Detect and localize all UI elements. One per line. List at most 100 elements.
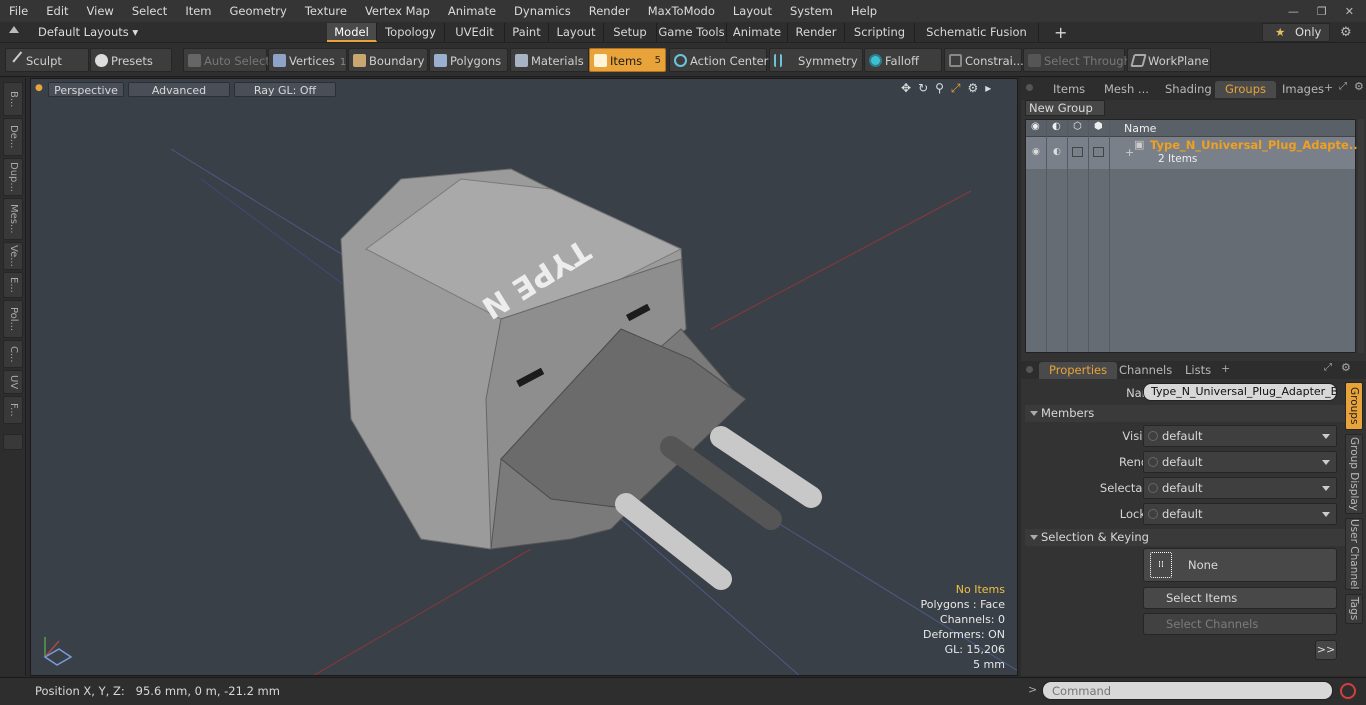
menu-edit[interactable]: Edit: [37, 0, 77, 22]
tab-model[interactable]: Model: [327, 23, 377, 42]
panel-menu-icon[interactable]: [1026, 84, 1033, 91]
left-tab-7[interactable]: C...: [3, 340, 23, 368]
tab-topology[interactable]: Topology: [377, 23, 445, 42]
up-arrow-icon[interactable]: [9, 26, 19, 33]
left-tab-4[interactable]: Ve...: [3, 242, 23, 270]
more-button[interactable]: >>: [1315, 640, 1337, 660]
add-tab-button[interactable]: +: [1043, 23, 1078, 42]
groups-list[interactable]: ◉ ◐ ⬡ ⬢ Name ◉ ◐ + ▣ Type_N_Universal_Pl…: [1025, 119, 1362, 353]
constraints-button[interactable]: Constrai...: [944, 48, 1024, 72]
menu-maxtomodo[interactable]: MaxToModo: [639, 0, 724, 22]
expand-icon[interactable]: +: [1125, 146, 1134, 159]
left-tab-9[interactable]: F...: [3, 396, 23, 424]
maximize-icon[interactable]: ❐: [1317, 5, 1327, 18]
side-tab-user-channels[interactable]: User Channels: [1345, 518, 1363, 590]
viewport-menu-dot-icon[interactable]: ●: [35, 83, 43, 93]
groups-scrollbar[interactable]: [1358, 119, 1364, 353]
side-tab-group-display[interactable]: Group Display: [1345, 434, 1363, 514]
new-group-button[interactable]: New Group: [1025, 100, 1105, 116]
materials-button[interactable]: Materials: [510, 48, 589, 72]
tab-game-tools[interactable]: Game Tools: [657, 23, 727, 42]
lock-icon[interactable]: ⬡: [1073, 121, 1082, 132]
shading-advanced-button[interactable]: Advanced: [128, 82, 230, 97]
gear-icon[interactable]: ⚙: [1341, 361, 1351, 374]
side-tab-groups[interactable]: Groups: [1345, 382, 1363, 430]
menu-vertex-map[interactable]: Vertex Map: [356, 0, 439, 22]
menu-item[interactable]: Item: [176, 0, 220, 22]
rotate-icon[interactable]: ↻: [918, 81, 928, 96]
panel-tab-mesh-[interactable]: Mesh ...: [1094, 81, 1159, 98]
zoom-icon[interactable]: ⚲: [935, 81, 944, 96]
eye-icon[interactable]: ◉: [1032, 147, 1040, 157]
panel-tab-items[interactable]: Items: [1043, 81, 1095, 98]
left-tab-2[interactable]: Dup...: [3, 158, 23, 196]
add-tab-icon[interactable]: +: [1324, 81, 1333, 94]
workplane-button[interactable]: WorkPlane: [1127, 48, 1211, 72]
command-input[interactable]: [1042, 681, 1333, 700]
maximize-icon[interactable]: ⤢: [1324, 362, 1332, 373]
boundary-button[interactable]: Boundary: [348, 48, 428, 72]
render-icon[interactable]: ◐: [1053, 147, 1061, 157]
close-icon[interactable]: ✕: [1345, 5, 1354, 18]
select-icon[interactable]: ⬢: [1094, 121, 1103, 132]
left-tab-3[interactable]: Mes...: [3, 198, 23, 240]
play-icon[interactable]: ▸: [985, 81, 991, 96]
falloff-button[interactable]: Falloff: [864, 48, 942, 72]
maximize-icon[interactable]: ⤢: [951, 81, 961, 96]
menu-system[interactable]: System: [781, 0, 842, 22]
vertices-button[interactable]: Vertices 1: [268, 48, 347, 72]
eye-icon[interactable]: ◉: [1031, 121, 1040, 132]
select-checkbox[interactable]: [1093, 147, 1104, 157]
left-tab-6[interactable]: Pol...: [3, 300, 23, 338]
layout-dropdown[interactable]: Default Layouts ▾: [38, 24, 138, 41]
menu-layout[interactable]: Layout: [724, 0, 781, 22]
gear-icon[interactable]: ⚙: [1354, 80, 1364, 93]
panel-tab-channels[interactable]: Channels: [1109, 362, 1182, 379]
minimize-icon[interactable]: —: [1288, 5, 1299, 18]
items-button[interactable]: Items 5: [589, 48, 666, 72]
tab-paint[interactable]: Paint: [505, 23, 549, 42]
menu-animate[interactable]: Animate: [439, 0, 505, 22]
left-tab-small[interactable]: [3, 434, 23, 450]
tab-setup[interactable]: Setup: [604, 23, 657, 42]
sculpt-button[interactable]: Sculpt: [5, 48, 89, 72]
tab-animate[interactable]: Animate: [727, 23, 788, 42]
action-center-button[interactable]: Action Center: [669, 48, 768, 72]
render-icon[interactable]: ◐: [1052, 121, 1061, 132]
add-tab-icon[interactable]: +: [1221, 362, 1230, 375]
raygl-button[interactable]: Ray GL: Off: [234, 82, 336, 97]
only-toggle[interactable]: ★ Only: [1262, 23, 1330, 42]
left-tab-0[interactable]: B...: [3, 82, 23, 116]
select-through-button[interactable]: Select Through: [1023, 48, 1131, 72]
menu-geometry[interactable]: Geometry: [221, 0, 296, 22]
group-row[interactable]: ◉ ◐ + ▣ Type_N_Universal_Plug_Adapte... …: [1026, 137, 1362, 169]
tab-layout[interactable]: Layout: [549, 23, 604, 42]
presets-button[interactable]: Presets: [90, 48, 172, 72]
tab-schematic-fusion[interactable]: Schematic Fusion: [915, 23, 1039, 42]
panel-menu-icon[interactable]: [1026, 366, 1033, 373]
menu-file[interactable]: File: [0, 0, 37, 22]
gear-icon[interactable]: ⚙: [968, 81, 979, 96]
panel-tab-properties[interactable]: Properties: [1039, 362, 1118, 379]
polygons-button[interactable]: Polygons: [429, 48, 508, 72]
move-icon[interactable]: ✥: [901, 81, 911, 96]
panel-tab-groups[interactable]: Groups: [1215, 81, 1277, 98]
left-tab-5[interactable]: E...: [3, 272, 23, 298]
menu-texture[interactable]: Texture: [296, 0, 356, 22]
symmetry-button[interactable]: Symmetry: [769, 48, 863, 72]
side-tab-tags[interactable]: Tags: [1345, 594, 1363, 624]
gear-icon[interactable]: ⚙: [1340, 25, 1352, 40]
tab-scripting[interactable]: Scripting: [845, 23, 915, 42]
lock-checkbox[interactable]: [1072, 147, 1083, 157]
left-tab-1[interactable]: De...: [3, 118, 23, 156]
menu-dynamics[interactable]: Dynamics: [505, 0, 580, 22]
record-icon[interactable]: [1340, 683, 1356, 699]
tab-uvedit[interactable]: UVEdit: [445, 23, 505, 42]
panel-tab-lists[interactable]: Lists: [1175, 362, 1221, 379]
view-perspective-button[interactable]: Perspective: [48, 82, 124, 97]
left-tab-8[interactable]: UV: [3, 370, 23, 394]
menu-select[interactable]: Select: [123, 0, 176, 22]
menu-render[interactable]: Render: [580, 0, 639, 22]
panel-tab-shading[interactable]: Shading: [1155, 81, 1222, 98]
maximize-icon[interactable]: ⤢: [1339, 81, 1347, 92]
